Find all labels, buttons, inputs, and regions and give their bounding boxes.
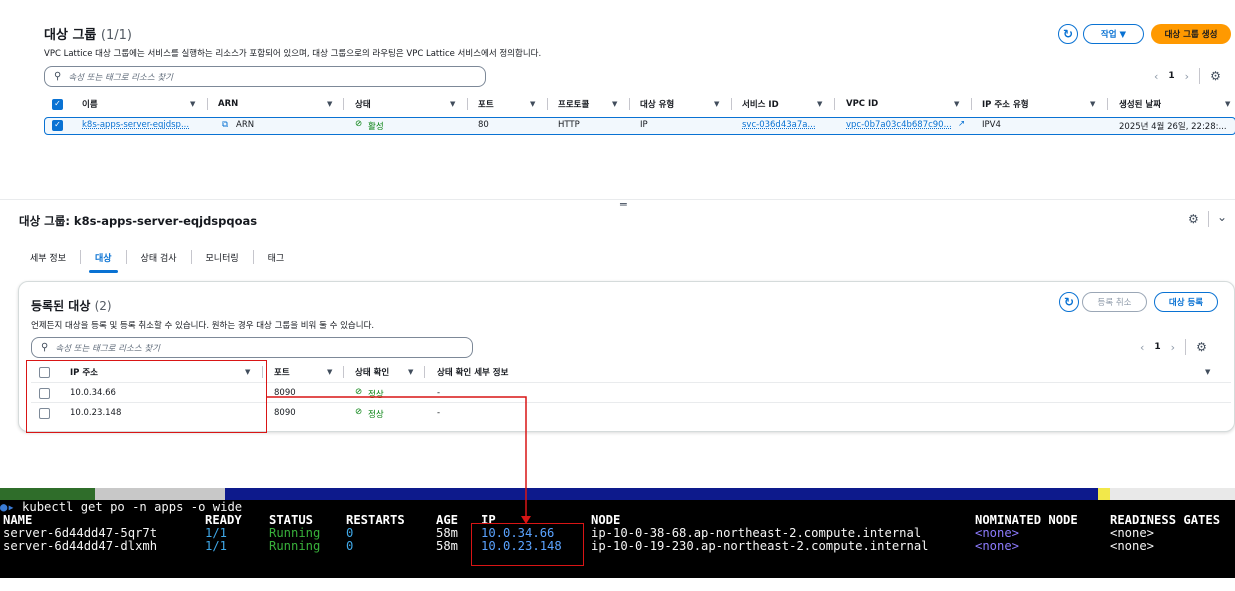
arrow-line <box>267 396 527 518</box>
arrow-head <box>521 516 531 524</box>
annotation-arrow <box>267 396 531 524</box>
